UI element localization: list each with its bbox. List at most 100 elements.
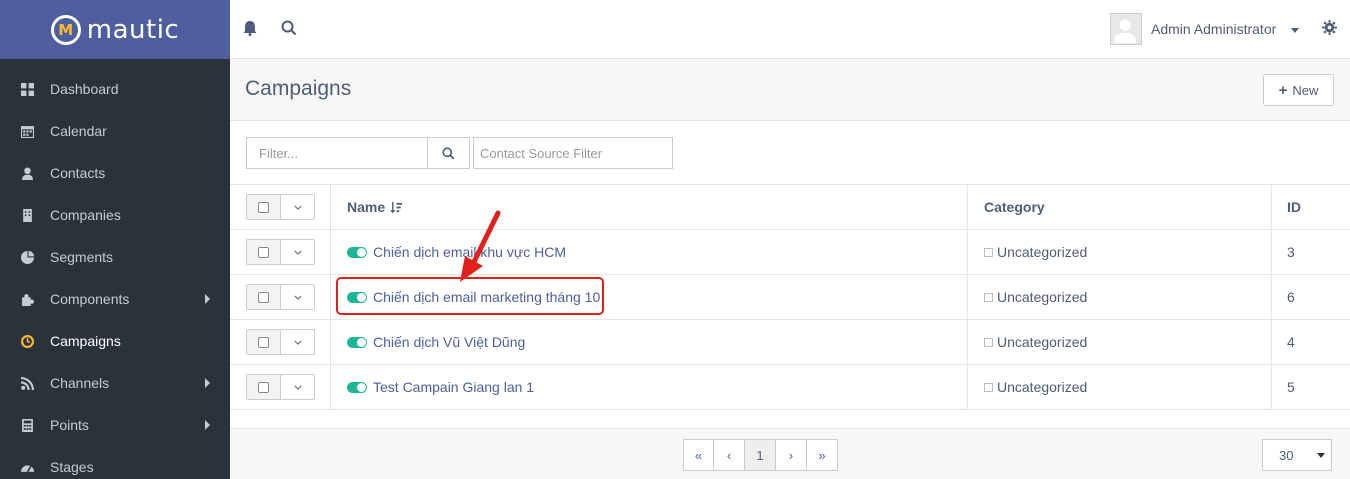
sidebar-nav: Dashboard Calendar Contacts Companies Se… xyxy=(0,59,230,479)
row-actions-dropdown[interactable] xyxy=(281,239,315,265)
user-menu[interactable]: Admin Administrator xyxy=(1151,21,1276,37)
sidebar-item-label: Segments xyxy=(50,249,114,265)
campaign-link[interactable]: Chiến dịch email khu vực HCM xyxy=(373,244,566,260)
bulk-actions-dropdown[interactable] xyxy=(281,194,315,220)
tachometer-icon xyxy=(0,461,50,474)
caret-right-icon xyxy=(205,294,210,304)
category-label: Uncategorized xyxy=(997,379,1088,395)
gear-icon[interactable] xyxy=(1322,20,1340,38)
mautic-logo-icon: M xyxy=(50,14,81,45)
sidebar-item-campaigns[interactable]: Campaigns xyxy=(0,320,230,362)
column-header-category[interactable]: Category xyxy=(968,185,1272,229)
row-checkbox[interactable] xyxy=(246,329,281,355)
sidebar-item-points[interactable]: Points xyxy=(0,404,230,446)
user-icon xyxy=(0,167,50,180)
filter-bar: Filter... Contact Source Filter xyxy=(246,137,673,169)
column-header-id[interactable]: ID xyxy=(1272,185,1350,229)
filter-input[interactable]: Filter... xyxy=(246,137,428,169)
select-all-group xyxy=(246,194,315,220)
category-label: Uncategorized xyxy=(997,244,1088,260)
sidebar-item-label: Companies xyxy=(50,207,121,223)
sidebar-item-label: Stages xyxy=(50,459,94,475)
category-label: Uncategorized xyxy=(997,289,1088,305)
sort-desc-icon xyxy=(390,201,403,213)
publish-toggle[interactable] xyxy=(347,336,367,348)
bell-icon[interactable] xyxy=(242,20,260,38)
page-title: Campaigns xyxy=(245,77,352,100)
next-page-button[interactable]: › xyxy=(776,439,807,471)
clock-icon xyxy=(0,334,50,348)
sidebar-item-label: Dashboard xyxy=(50,81,119,97)
first-page-button[interactable]: « xyxy=(683,439,714,471)
campaign-link[interactable]: Chiến dịch Vũ Việt Dũng xyxy=(373,334,525,350)
select-all-checkbox[interactable] xyxy=(246,194,281,220)
calculator-icon xyxy=(0,418,50,432)
main-content: Campaigns + New Filter... Contact Source… xyxy=(230,59,1350,479)
table-row: Test Campain Giang lan 1 Uncategorized 5 xyxy=(230,365,1350,410)
category-color-icon xyxy=(984,382,993,392)
new-campaign-button[interactable]: + New xyxy=(1263,74,1334,106)
row-actions-dropdown[interactable] xyxy=(281,284,315,310)
caret-down-icon[interactable] xyxy=(1291,28,1299,33)
campaign-link[interactable]: Chiến dịch email marketing tháng 10 xyxy=(373,289,600,305)
table-row: Chiến dịch email khu vực HCM Uncategoriz… xyxy=(230,230,1350,275)
row-checkbox[interactable] xyxy=(246,284,281,310)
row-checkbox[interactable] xyxy=(246,374,281,400)
page-number-button[interactable]: 1 xyxy=(745,439,776,471)
category-color-icon xyxy=(984,292,993,302)
plus-icon: + xyxy=(1278,81,1288,99)
sidebar-item-segments[interactable]: Segments xyxy=(0,236,230,278)
sidebar-item-dashboard[interactable]: Dashboard xyxy=(0,68,230,110)
avatar[interactable] xyxy=(1110,13,1142,45)
row-checkbox[interactable] xyxy=(246,239,281,265)
category-color-icon xyxy=(984,247,993,257)
table-row: Chiến dịch email marketing tháng 10 Unca… xyxy=(230,275,1350,320)
rss-icon xyxy=(0,376,50,390)
sidebar-item-companies[interactable]: Companies xyxy=(0,194,230,236)
last-page-button[interactable]: » xyxy=(807,439,838,471)
campaign-id: 4 xyxy=(1287,334,1295,350)
publish-toggle[interactable] xyxy=(347,246,367,258)
publish-toggle[interactable] xyxy=(347,381,367,393)
campaign-id: 6 xyxy=(1287,289,1295,305)
caret-down-icon xyxy=(1317,453,1325,458)
row-actions-dropdown[interactable] xyxy=(281,374,315,400)
column-header-name[interactable]: Name xyxy=(331,185,968,229)
contact-source-filter[interactable]: Contact Source Filter xyxy=(473,137,673,169)
pagination: « ‹ 1 › » xyxy=(683,439,838,471)
new-button-label: New xyxy=(1292,82,1319,98)
sidebar-item-channels[interactable]: Channels xyxy=(0,362,230,404)
grid-icon xyxy=(0,82,50,96)
publish-toggle[interactable] xyxy=(347,291,367,303)
search-icon xyxy=(442,146,455,159)
category-color-icon xyxy=(984,337,993,347)
sidebar-item-contacts[interactable]: Contacts xyxy=(0,152,230,194)
table-row: Chiến dịch Vũ Việt Dũng Uncategorized 4 xyxy=(230,320,1350,365)
chevron-down-icon xyxy=(293,205,302,210)
chevron-down-icon xyxy=(293,250,302,255)
sidebar-item-calendar[interactable]: Calendar xyxy=(0,110,230,152)
filter-search-button[interactable] xyxy=(428,137,470,169)
caret-right-icon xyxy=(205,420,210,430)
sidebar-item-stages[interactable]: Stages xyxy=(0,446,230,479)
chevron-down-icon xyxy=(293,340,302,345)
sidebar-item-label: Channels xyxy=(50,375,110,391)
search-icon[interactable] xyxy=(281,20,299,38)
table-header-row: Name Category ID xyxy=(230,185,1350,230)
sidebar-item-components[interactable]: Components xyxy=(0,278,230,320)
category-label: Uncategorized xyxy=(997,334,1088,350)
campaign-link[interactable]: Test Campain Giang lan 1 xyxy=(373,379,534,395)
sidebar-item-label: Points xyxy=(50,417,89,433)
row-actions-dropdown[interactable] xyxy=(281,329,315,355)
chevron-down-icon xyxy=(293,295,302,300)
sidebar-item-label: Campaigns xyxy=(50,333,121,349)
campaign-id: 5 xyxy=(1287,379,1295,395)
caret-right-icon xyxy=(205,378,210,388)
pie-chart-icon xyxy=(0,250,50,264)
sidebar: M mautic Dashboard Calendar Contacts Com… xyxy=(0,0,230,479)
prev-page-button[interactable]: ‹ xyxy=(714,439,745,471)
brand-name: mautic xyxy=(86,14,180,45)
brand[interactable]: M mautic xyxy=(0,0,230,59)
campaign-id: 3 xyxy=(1287,244,1295,260)
per-page-select[interactable]: 30 xyxy=(1262,439,1332,471)
